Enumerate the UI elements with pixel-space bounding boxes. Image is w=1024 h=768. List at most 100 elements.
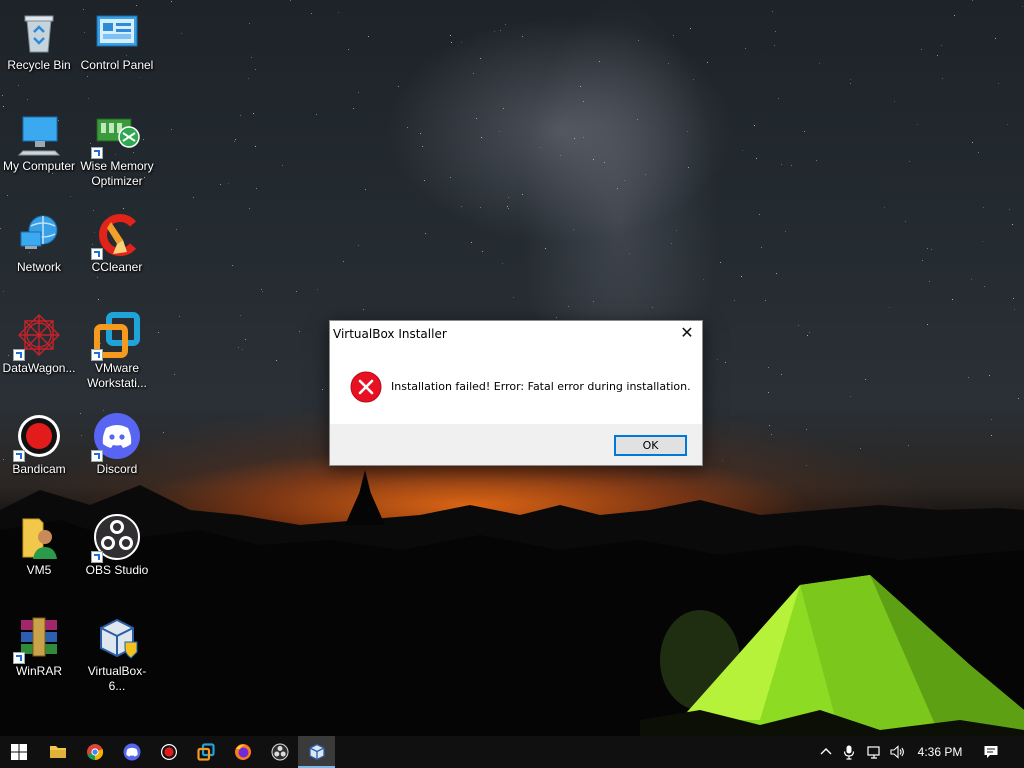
- desktop-icon-datawagon[interactable]: DataWagon...: [0, 303, 78, 376]
- star: [240, 315, 241, 316]
- virtualbox-installer-icon: [100, 618, 138, 659]
- star: [7, 195, 8, 196]
- star: [176, 229, 177, 230]
- desktop-icon-my-computer[interactable]: My Computer: [0, 101, 78, 174]
- star: [420, 133, 421, 134]
- desktop-icon-virtualbox-installer[interactable]: VirtualBox-6...: [78, 606, 156, 694]
- star: [282, 165, 283, 166]
- star: [2, 95, 3, 96]
- network-tray-button[interactable]: [862, 736, 886, 768]
- chrome-icon: [86, 744, 103, 761]
- desktop-icon-wise-memory-optimizer[interactable]: Wise Memory Optimizer: [78, 101, 156, 189]
- star: [242, 349, 243, 350]
- star: [798, 325, 799, 326]
- star: [299, 331, 300, 332]
- desktop-icon-vmware[interactable]: VMware Workstati...: [78, 303, 156, 391]
- taskbar-file-explorer[interactable]: [39, 736, 76, 768]
- star: [850, 79, 851, 80]
- star: [450, 177, 451, 178]
- error-message: Installation failed! Error: Fatal error …: [391, 380, 691, 393]
- desktop-icon-label: Discord: [96, 462, 138, 476]
- star: [249, 23, 250, 24]
- star: [671, 243, 672, 244]
- desktop-icon-label: DataWagon...: [2, 361, 76, 375]
- microphone-icon: [843, 745, 855, 760]
- star: [806, 465, 807, 466]
- desktop-icon-discord[interactable]: Discord: [78, 404, 156, 477]
- shortcut-arrow-icon: [13, 652, 25, 664]
- star: [860, 448, 861, 449]
- desktop-icon-label: Bandicam: [12, 462, 66, 476]
- star: [228, 183, 229, 184]
- star: [769, 425, 770, 426]
- taskbar-vmware[interactable]: [187, 736, 224, 768]
- star: [1007, 124, 1008, 125]
- desktop-icon-bandicam[interactable]: Bandicam: [0, 404, 78, 477]
- taskbar-firefox[interactable]: [224, 736, 261, 768]
- star: [171, 1, 172, 2]
- star: [991, 435, 992, 436]
- taskbar-obs[interactable]: [261, 736, 298, 768]
- star: [776, 273, 777, 274]
- star: [471, 242, 472, 243]
- desktop-icon-ccleaner[interactable]: CCleaner: [78, 202, 156, 275]
- recycle-bin-icon: [24, 15, 54, 53]
- star: [905, 221, 906, 222]
- star: [921, 49, 922, 50]
- star: [232, 265, 233, 266]
- star: [968, 377, 969, 378]
- star: [580, 86, 581, 87]
- action-center-button[interactable]: [978, 736, 1004, 768]
- taskbar-chrome[interactable]: [76, 736, 113, 768]
- microphone-tray-button[interactable]: [839, 736, 859, 768]
- star: [638, 40, 639, 41]
- star: [248, 78, 249, 79]
- taskbar-bandicam[interactable]: [150, 736, 187, 768]
- star: [909, 161, 910, 162]
- volume-tray-button[interactable]: [886, 736, 908, 768]
- star: [290, 0, 291, 1]
- star: [717, 359, 718, 360]
- star: [473, 73, 474, 74]
- desktop-icon-obs-studio[interactable]: OBS Studio: [78, 505, 156, 578]
- desktop-icon-label: VirtualBox-6...: [87, 664, 147, 693]
- star: [482, 251, 483, 252]
- star: [87, 76, 88, 77]
- star: [256, 188, 257, 189]
- star: [499, 131, 500, 132]
- desktop-icon-label: CCleaner: [91, 260, 143, 274]
- star: [513, 297, 514, 298]
- star: [807, 335, 808, 336]
- show-hidden-icons-button[interactable]: [815, 736, 837, 768]
- ok-button[interactable]: OK: [614, 435, 687, 456]
- desktop-icon-recycle-bin[interactable]: Recycle Bin: [0, 0, 78, 73]
- desktop-icon-winrar[interactable]: WinRAR: [0, 606, 78, 679]
- star: [249, 208, 250, 209]
- vmware-icon: [196, 743, 215, 761]
- shortcut-arrow-icon: [91, 147, 103, 159]
- start-button[interactable]: [0, 736, 37, 768]
- clock[interactable]: 4:36 PM: [910, 736, 970, 768]
- folder-icon: [49, 746, 66, 758]
- star: [599, 61, 600, 62]
- close-button[interactable]: ✕: [672, 321, 702, 347]
- desktop-icon-vm5[interactable]: VM5: [0, 505, 78, 578]
- star: [158, 332, 159, 333]
- star: [772, 11, 773, 12]
- star: [98, 299, 99, 300]
- star: [931, 249, 932, 250]
- star: [673, 35, 674, 36]
- star: [652, 307, 653, 308]
- star: [722, 460, 723, 461]
- desktop-icon-network[interactable]: Network: [0, 202, 78, 275]
- star: [927, 248, 928, 249]
- taskbar-discord[interactable]: [113, 736, 150, 768]
- star: [451, 42, 452, 43]
- star: [989, 375, 990, 376]
- dialog-titlebar[interactable]: VirtualBox Installer ✕: [330, 321, 702, 347]
- desktop-icon-control-panel[interactable]: Control Panel: [78, 0, 156, 73]
- star: [768, 392, 769, 393]
- desktop-icon-label: Control Panel: [80, 58, 154, 72]
- star: [998, 83, 999, 84]
- taskbar-virtualbox[interactable]: [298, 736, 335, 768]
